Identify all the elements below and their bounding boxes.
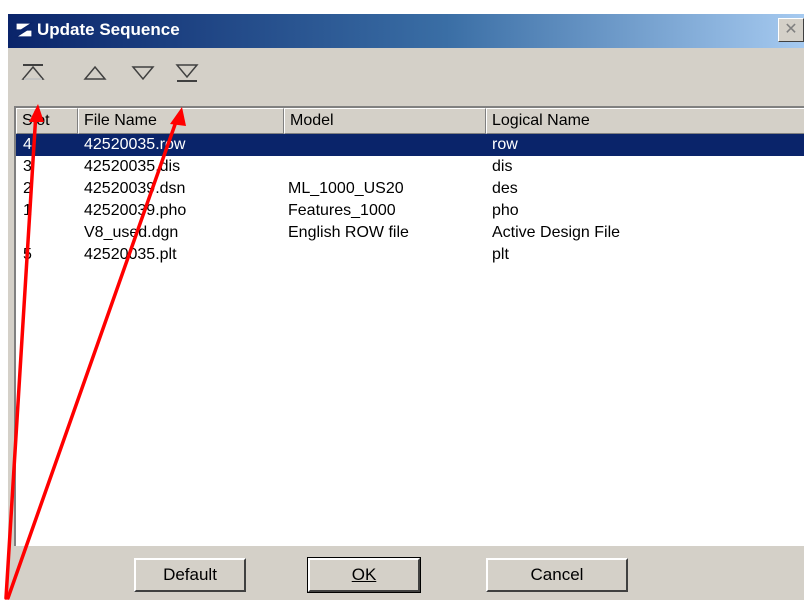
- file-name-cell: 42520035.plt: [84, 246, 177, 263]
- table-row[interactable]: 5 42520035.plt plt: [16, 244, 804, 266]
- update-sequence-dialog: Update Sequence ✕ Slot File Name Model L…: [8, 14, 804, 600]
- column-header-model[interactable]: Model: [284, 108, 486, 134]
- file-name-cell: 42520035.dis: [84, 158, 181, 175]
- slot-cell: 1: [23, 202, 32, 219]
- model-cell: English ROW file: [288, 224, 409, 241]
- cancel-button[interactable]: Cancel: [486, 558, 628, 592]
- table-row[interactable]: 4 42520035.row row: [16, 134, 804, 156]
- file-name-cell: 42520035.row: [84, 136, 186, 153]
- file-name-cell: 42520039.pho: [84, 202, 187, 219]
- move-up-icon: [83, 65, 107, 80]
- table-row[interactable]: 3 42520035.dis dis: [16, 156, 804, 178]
- column-header-slot[interactable]: Slot: [16, 108, 78, 134]
- move-to-top-button[interactable]: [20, 60, 46, 86]
- table-row[interactable]: 1 42520039.pho Features_1000 pho: [16, 200, 804, 222]
- toolbar: [8, 48, 804, 100]
- logical-name-cell: plt: [492, 246, 509, 263]
- move-to-bottom-button[interactable]: [174, 60, 200, 86]
- model-cell: Features_1000: [288, 202, 396, 219]
- logical-name-cell: des: [492, 180, 518, 197]
- ok-button[interactable]: OK: [307, 557, 421, 593]
- move-down-icon: [131, 66, 155, 81]
- title-bar: Update Sequence ✕: [8, 14, 804, 48]
- slot-cell: 5: [23, 246, 32, 263]
- close-button[interactable]: ✕: [778, 18, 804, 42]
- move-down-button[interactable]: [130, 60, 156, 86]
- slot-cell: 4: [23, 136, 32, 153]
- model-cell: ML_1000_US20: [288, 180, 404, 197]
- ok-label: OK: [351, 565, 377, 584]
- column-header-file-name[interactable]: File Name: [78, 108, 284, 134]
- dialog-footer: Default OK Cancel: [8, 546, 804, 600]
- file-name-cell: V8_used.dgn: [84, 224, 179, 241]
- table-row[interactable]: 2 42520039.dsn ML_1000_US20 des: [16, 178, 804, 200]
- sequence-list[interactable]: Slot File Name Model Logical Name 4 4252…: [14, 106, 804, 546]
- logical-name-cell: row: [492, 136, 518, 153]
- move-up-button[interactable]: [82, 60, 108, 86]
- default-button[interactable]: Default: [134, 558, 246, 592]
- window-title: Update Sequence: [37, 20, 180, 39]
- logical-name-cell: pho: [492, 202, 519, 219]
- move-to-bottom-icon: [175, 64, 199, 82]
- app-logo-icon: [13, 22, 35, 38]
- move-to-top-icon: [21, 64, 45, 80]
- list-header: Slot File Name Model Logical Name: [16, 108, 804, 134]
- column-header-logical-name[interactable]: Logical Name: [486, 108, 804, 134]
- logical-name-cell: Active Design File: [492, 224, 621, 241]
- table-row[interactable]: V8_used.dgn English ROW file Active Desi…: [16, 222, 804, 244]
- file-name-cell: 42520039.dsn: [84, 180, 186, 197]
- slot-cell: 3: [23, 158, 32, 175]
- logical-name-cell: dis: [492, 158, 513, 175]
- slot-cell: 2: [23, 180, 32, 197]
